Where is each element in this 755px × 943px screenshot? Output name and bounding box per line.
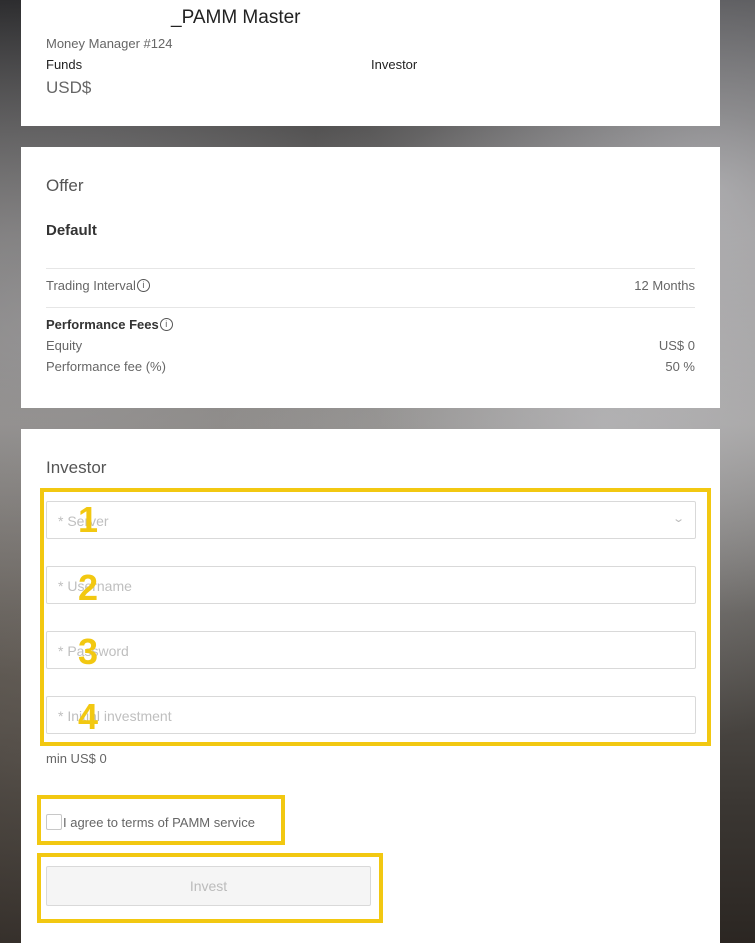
equity-label: Equity xyxy=(46,338,83,353)
funds-currency: USD$ xyxy=(46,78,92,97)
marker-1: 1 xyxy=(78,499,99,540)
offer-card: Offer Default Trading Interval i 12 Month… xyxy=(21,147,720,408)
performance-fee-value: 50 % xyxy=(665,359,695,374)
info-icon[interactable]: i xyxy=(159,318,173,332)
performance-fee-label: Performance fee (%) xyxy=(46,359,166,374)
marker-2: 2 xyxy=(78,567,99,608)
investor-section-title: Investor xyxy=(46,458,107,477)
trading-interval-value: 12 Months xyxy=(634,278,695,293)
divider xyxy=(46,307,695,308)
offer-section-title: Offer xyxy=(46,176,84,195)
agree-highlight-box xyxy=(37,795,285,845)
manager-subtitle: Money Manager #124 xyxy=(46,36,173,51)
performance-fees-label: Performance Fees i xyxy=(46,317,173,332)
trading-interval-label: Trading Interval i xyxy=(46,278,150,293)
offer-name: Default xyxy=(46,222,97,239)
invest-highlight-box xyxy=(37,853,383,923)
investor-label: Investor xyxy=(371,57,418,72)
manager-title: _PAMM Master xyxy=(171,7,301,28)
equity-value: US$ 0 xyxy=(658,338,695,353)
divider xyxy=(46,268,695,269)
marker-4: 4 xyxy=(78,696,99,737)
min-investment-note: min US$ 0 xyxy=(46,751,107,766)
fields-highlight-box xyxy=(40,488,711,746)
manager-card: _PAMM Master Money Manager #124 Funds In… xyxy=(21,0,720,126)
info-icon[interactable]: i xyxy=(136,279,150,293)
marker-3: 3 xyxy=(78,631,99,672)
funds-label: Funds xyxy=(46,57,83,72)
